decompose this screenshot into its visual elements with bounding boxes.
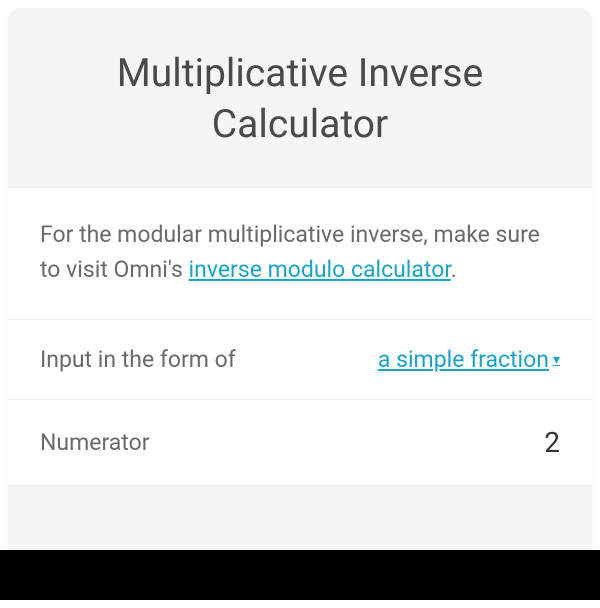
input-form-label: Input in the form of (40, 346, 236, 373)
inverse-modulo-link[interactable]: inverse modulo calculator (189, 256, 451, 283)
info-suffix: . (451, 256, 457, 283)
page-title: Multiplicative Inverse Calculator (38, 48, 562, 149)
calculator-card: Multiplicative Inverse Calculator For th… (8, 8, 592, 592)
info-text: For the modular multiplicative inverse, … (40, 218, 560, 287)
bottom-bar (0, 550, 600, 600)
chevron-down-icon: ▾ (553, 352, 560, 368)
numerator-row: Numerator 2 (8, 400, 592, 486)
info-section: For the modular multiplicative inverse, … (8, 187, 592, 320)
dropdown-value: a simple fraction (378, 346, 549, 373)
numerator-value[interactable]: 2 (544, 426, 560, 459)
input-form-row: Input in the form of a simple fraction ▾ (8, 320, 592, 400)
title-section: Multiplicative Inverse Calculator (8, 8, 592, 187)
numerator-label: Numerator (40, 429, 150, 456)
input-form-dropdown[interactable]: a simple fraction ▾ (378, 346, 560, 373)
